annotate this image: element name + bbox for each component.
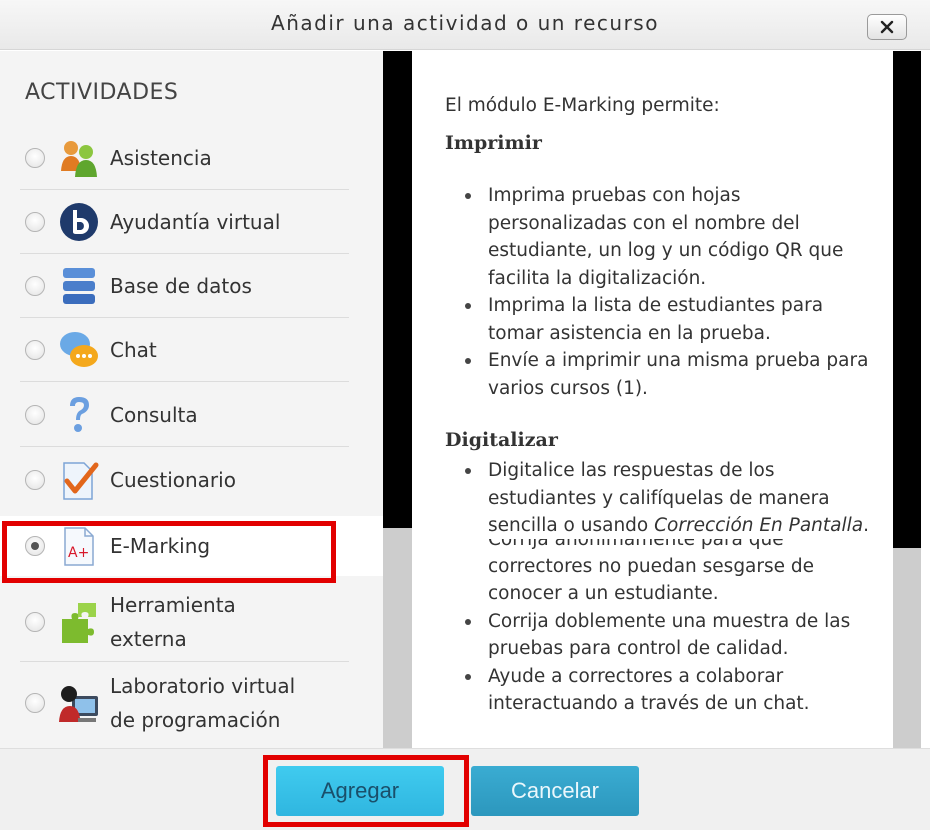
activity-option-ayudantia-virtual[interactable]: Ayudantía virtual (0, 190, 383, 254)
module-description-panel: El módulo E-Marking permite: Imprimir Im… (412, 51, 893, 748)
activity-label: Cuestionario (110, 468, 236, 492)
computer-user-icon (59, 686, 98, 722)
radio-chat[interactable] (25, 340, 45, 360)
digitalizar-list-rest: Corrija doblemente una muestra de las pr… (445, 608, 870, 718)
activity-label: Herramienta externa (110, 593, 236, 651)
activity-label: Chat (110, 338, 157, 362)
activity-label: Laboratorio virtual de programación (110, 674, 296, 732)
close-icon (880, 20, 894, 34)
activity-option-laboratorio-virtual[interactable]: Laboratorio virtual de programación (0, 663, 383, 743)
list-item: Corrija doblemente una muestra de las pr… (445, 608, 870, 663)
activity-option-herramienta-externa[interactable]: Herramienta externa (0, 582, 383, 662)
list-item: Imprima la lista de estudiantes para tom… (445, 292, 870, 347)
database-icon (63, 268, 95, 304)
activity-option-cuestionario[interactable]: Cuestionario (0, 448, 383, 512)
radio-consulta[interactable] (25, 405, 45, 425)
activity-label: Base de datos (110, 274, 252, 298)
activity-option-chat[interactable]: Chat (0, 318, 383, 382)
section-title-digitalizar: Digitalizar (445, 429, 558, 451)
selected-item-highlight (2, 521, 336, 583)
activity-list-scrollbar[interactable] (383, 51, 412, 748)
digitalizar-list: Digitalice las respuestas de los estudia… (445, 457, 870, 540)
list-item: Ayude a correctores a colaborar interact… (445, 663, 870, 718)
list-item: Digitalice las respuestas de los estudia… (445, 457, 870, 540)
clipped-text-line: Corrija anónimamente para que (488, 538, 784, 550)
activity-option-base-de-datos[interactable]: Base de datos (0, 254, 383, 318)
description-scrollbar[interactable] (893, 51, 921, 748)
radio-laboratorio-virtual[interactable] (25, 693, 45, 713)
imprimir-list: Imprima pruebas con hojas personalizadas… (445, 182, 870, 402)
add-button-highlight (263, 755, 469, 827)
activity-label: Asistencia (110, 146, 212, 170)
dialog-header: Añadir una actividad o un recurso (0, 0, 930, 50)
radio-cuestionario[interactable] (25, 470, 45, 490)
activity-option-asistencia[interactable]: Asistencia (0, 126, 383, 190)
scrollbar-thumb[interactable] (383, 51, 412, 528)
activity-label: Consulta (110, 403, 198, 427)
radio-ayudantia-virtual[interactable] (25, 212, 45, 232)
bigbluebutton-icon (60, 203, 98, 241)
close-button[interactable] (867, 14, 907, 40)
cancel-button[interactable]: Cancelar (471, 766, 639, 816)
activities-heading: ACTIVIDADES (25, 80, 179, 105)
radio-base-de-datos[interactable] (25, 276, 45, 296)
quiz-checkmark-icon (63, 462, 99, 500)
section-title-imprimir: Imprimir (445, 132, 542, 154)
dialog-title: Añadir una actividad o un recurso (271, 11, 659, 35)
puzzle-piece-icon (62, 603, 96, 643)
chat-bubbles-icon (60, 332, 98, 367)
attendance-people-icon (61, 141, 97, 177)
scrollbar-thumb[interactable] (893, 51, 921, 548)
description-intro: El módulo E-Marking permite: (445, 95, 720, 116)
radio-herramienta-externa[interactable] (25, 612, 45, 632)
question-mark-icon (70, 397, 89, 432)
radio-asistencia[interactable] (25, 148, 45, 168)
activity-option-consulta[interactable]: Consulta (0, 383, 383, 447)
list-item-continuation: correctores no puedan sesgarse de conoce… (488, 555, 815, 605)
list-item: Imprima pruebas con hojas personalizadas… (445, 182, 870, 292)
activity-label: Ayudantía virtual (110, 210, 281, 234)
list-item: Envíe a imprimir una misma prueba para v… (445, 347, 870, 402)
